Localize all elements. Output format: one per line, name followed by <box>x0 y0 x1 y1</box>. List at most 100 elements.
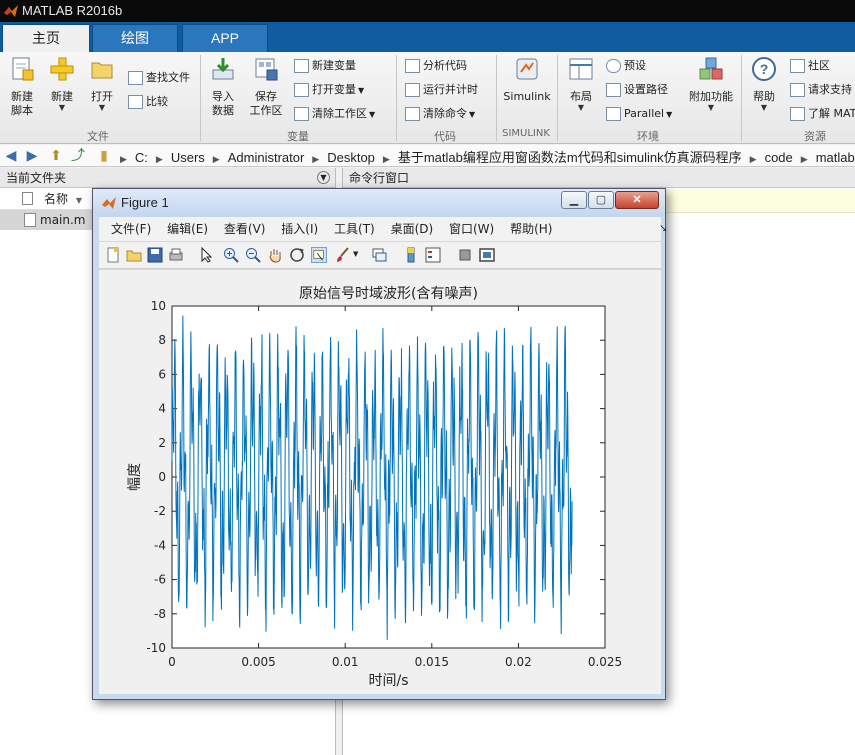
open-variable-button[interactable]: 打开变量 ▼ <box>294 80 364 100</box>
up-folder-icon[interactable]: ⬆ <box>48 148 64 164</box>
minimize-button[interactable]: ▁ <box>561 191 587 209</box>
breadcrumb-separator-icon[interactable]: ▶ <box>120 154 127 164</box>
x-tick-label: 0.015 <box>415 655 449 669</box>
open-button[interactable]: 打开 ▼ <box>84 56 120 112</box>
panel-menu-icon[interactable]: ▼ <box>317 171 330 184</box>
breadcrumb-separator-icon[interactable]: ▶ <box>156 154 163 164</box>
add-ons-button[interactable]: 附加功能 ▼ <box>686 56 736 112</box>
breadcrumb-item[interactable]: 基于matlab编程应用窗函数法m代码和simulink仿真源码程序 <box>398 150 742 165</box>
menu-help[interactable]: 帮助(H) <box>510 222 552 236</box>
colorbar-icon[interactable] <box>403 247 419 263</box>
layout-button[interactable]: 布局 ▼ <box>562 56 600 112</box>
simulink-icon <box>516 58 538 80</box>
breadcrumb-separator-icon[interactable]: ▶ <box>312 154 319 164</box>
print-icon[interactable] <box>168 247 184 263</box>
x-tick-label: 0.02 <box>505 655 532 669</box>
dock-arrow-icon[interactable]: ↘ <box>659 217 667 241</box>
figure-title-bar[interactable]: Figure 1 ▁ ▢ ✕ <box>93 189 665 217</box>
folder-open-icon <box>91 62 113 79</box>
menu-window[interactable]: 窗口(W) <box>449 222 494 236</box>
learn-matlab-icon <box>790 107 805 121</box>
menu-desktop[interactable]: 桌面(D) <box>391 222 434 236</box>
breadcrumb-separator-icon[interactable]: ▶ <box>383 154 390 164</box>
menu-tools[interactable]: 工具(T) <box>334 222 375 236</box>
group-label-file: 文件 <box>87 130 109 143</box>
back-arrow-icon[interactable]: ◀ <box>3 148 19 164</box>
new-button[interactable]: 新建 ▼ <box>44 56 80 112</box>
new-variable-button[interactable]: 新建变量 <box>294 56 356 76</box>
browse-folder-icon[interactable]: ⤴ <box>70 148 86 164</box>
run-and-time-button[interactable]: 运行并计时 <box>405 80 478 100</box>
compare-button[interactable]: 比较 <box>128 92 168 112</box>
group-divider <box>396 55 397 141</box>
zoom-in-icon[interactable] <box>223 247 239 263</box>
show-plot-tools-icon[interactable] <box>479 247 495 263</box>
tab-plots[interactable]: 绘图 <box>92 24 178 52</box>
pointer-icon[interactable] <box>198 247 214 263</box>
x-axis-label: 时间/s <box>368 673 408 689</box>
save-workspace-icon <box>255 58 278 81</box>
breadcrumb-separator-icon[interactable]: ▶ <box>801 154 808 164</box>
help-button[interactable]: ? 帮助 ▼ <box>746 56 782 112</box>
maximize-button[interactable]: ▢ <box>588 191 614 209</box>
save-icon[interactable] <box>147 247 163 263</box>
open-file-icon[interactable] <box>126 247 142 263</box>
breadcrumb-item[interactable]: Administrator <box>228 150 305 165</box>
app-title: MATLAB R2016b <box>22 3 123 18</box>
breadcrumb-item[interactable]: Users <box>171 150 205 165</box>
breadcrumb-separator-icon[interactable]: ▶ <box>750 154 757 164</box>
clear-commands-button[interactable]: 清除命令 ▼ <box>405 104 475 124</box>
community-button[interactable]: 社区 <box>790 56 830 76</box>
tab-home[interactable]: 主页 <box>2 24 90 52</box>
analyze-code-button[interactable]: 分析代码 <box>405 56 467 76</box>
menu-view[interactable]: 查看(V) <box>224 222 266 236</box>
menu-file[interactable]: 文件(F) <box>111 222 151 236</box>
y-tick-label: -8 <box>154 607 166 621</box>
forward-arrow-icon[interactable]: ▶ <box>24 148 40 164</box>
set-path-button[interactable]: 设置路径 <box>606 80 668 100</box>
request-support-button[interactable]: 请求支持 <box>790 80 852 100</box>
group-label-variable: 变量 <box>287 130 309 143</box>
find-files-button[interactable]: 查找文件 <box>128 68 190 88</box>
simulink-button[interactable]: Simulink <box>500 56 554 104</box>
name-column-header[interactable]: 名称 <box>44 192 68 206</box>
breadcrumb-item[interactable]: code <box>765 150 793 165</box>
m-file-icon <box>24 213 36 227</box>
figure-window[interactable]: Figure 1 ▁ ▢ ✕ 文件(F) 编辑(E) 查看(V) 插入(I) 工… <box>92 188 667 700</box>
data-cursor-icon[interactable] <box>311 247 327 263</box>
rotate-3d-icon[interactable] <box>289 247 305 263</box>
preferences-button[interactable]: 预设 <box>606 56 646 76</box>
sort-down-icon[interactable]: ▼ <box>76 196 82 205</box>
parallel-button[interactable]: Parallel ▼ <box>606 104 672 124</box>
breadcrumb-item[interactable]: C: <box>135 150 148 165</box>
pan-hand-icon[interactable] <box>267 247 283 263</box>
group-divider <box>741 55 742 141</box>
menu-insert[interactable]: 插入(I) <box>281 222 318 236</box>
clear-workspace-button[interactable]: 清除工作区 ▼ <box>294 104 375 124</box>
y-tick-label: 8 <box>158 333 166 347</box>
zoom-out-icon[interactable] <box>245 247 261 263</box>
breadcrumb-item[interactable]: matlab <box>816 150 855 165</box>
link-plot-icon[interactable] <box>371 247 387 263</box>
save-workspace-button[interactable]: 保存 工作区 <box>246 56 286 118</box>
matlab-logo-icon <box>102 197 116 209</box>
new-figure-icon[interactable] <box>105 247 121 263</box>
chart-title: 原始信号时域波形(含有噪声) <box>299 286 478 302</box>
brush-icon[interactable] <box>335 247 351 263</box>
legend-icon[interactable] <box>425 247 441 263</box>
close-button[interactable]: ✕ <box>615 191 659 209</box>
plot-axes-svg[interactable]: 0 0.005 0.01 0.015 0.02 0.025 -10 -8 -6 -4 -2 0 2 4 6 8… <box>99 270 661 694</box>
menu-edit[interactable]: 编辑(E) <box>167 222 208 236</box>
breadcrumb-separator-icon[interactable]: ▶ <box>213 154 220 164</box>
hide-plot-tools-icon[interactable] <box>457 247 473 263</box>
tab-apps[interactable]: APP <box>182 24 268 52</box>
y-tick-label: -10 <box>146 641 166 655</box>
new-script-button[interactable]: 新建 脚本 <box>4 56 40 118</box>
new-script-icon <box>12 57 34 81</box>
breadcrumb-item[interactable]: Desktop <box>327 150 375 165</box>
chevron-down-icon: ▼ <box>707 103 715 112</box>
import-data-button[interactable]: 导入 数据 <box>204 56 242 118</box>
learn-matlab-button[interactable]: 了解 MATLAB <box>790 104 855 124</box>
chevron-down-icon[interactable]: ▼ <box>353 250 358 258</box>
figure-canvas[interactable]: 0 0.005 0.01 0.015 0.02 0.025 -10 -8 -6 -4 -2 0 2 4 6 8… <box>99 270 661 694</box>
